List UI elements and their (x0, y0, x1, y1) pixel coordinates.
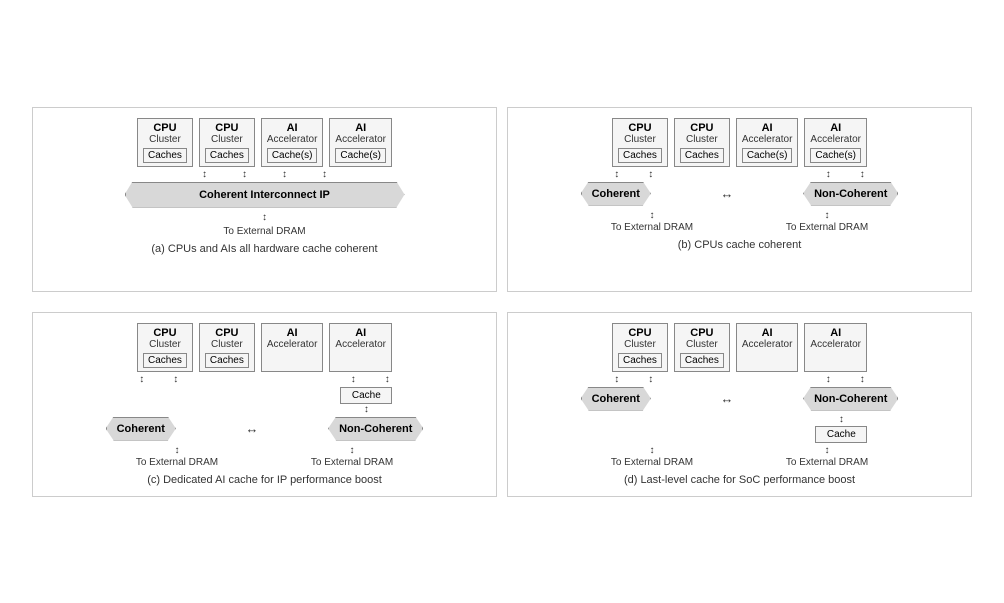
banner-left-c: Coherent (106, 417, 176, 441)
node-ai2-c: AI Accelerator (329, 323, 392, 372)
caption-c: (c) Dedicated AI cache for IP performanc… (147, 474, 382, 486)
banner-right-d: Non-Coherent (803, 387, 898, 411)
node-ai2-b: AI Accelerator Cache(s) (804, 118, 867, 167)
diagram-a: CPU Cluster Caches CPU Cluster Caches AI… (32, 107, 497, 292)
banner-right-b: Non-Coherent (803, 182, 898, 206)
banner-a: Coherent Interconnect IP (125, 182, 405, 208)
arrows-down-a: ↕ ↕ ↕ ↕ (202, 169, 327, 181)
dram-right-c: To External DRAM (311, 457, 393, 468)
node-cpu2-d: CPU Cluster Caches (674, 323, 730, 372)
node-ai2-d: AI Accelerator (804, 323, 867, 372)
nodes-row-d: CPU Cluster Caches CPU Cluster Caches AI… (612, 323, 867, 372)
llc-box-d: Cache (815, 426, 867, 443)
node-ai2-a: AI Accelerator Cache(s) (329, 118, 392, 167)
h-arrow-b: ↔ (720, 186, 733, 201)
main-container: CPU Cluster Caches CPU Cluster Caches AI… (22, 97, 982, 507)
banner-row-b: Coherent ↔ Non-Coherent (518, 182, 961, 206)
dram-label-a: To External DRAM (223, 226, 305, 237)
nodes-row-a: CPU Cluster Caches CPU Cluster Caches AI… (137, 118, 392, 167)
node-cpu2-a: CPU Cluster Caches (199, 118, 255, 167)
node-cpu1-b: CPU Cluster Caches (612, 118, 668, 167)
node-cpu1-c: CPU Cluster Caches (137, 323, 193, 372)
node-cpu2-b: CPU Cluster Caches (674, 118, 730, 167)
dram-right-d: To External DRAM (786, 457, 868, 468)
arrow-to-dram-a: ↕ (262, 212, 267, 224)
dram-left-d: To External DRAM (611, 457, 693, 468)
node-ai1-c: AI Accelerator (261, 323, 324, 372)
nodes-row-b: CPU Cluster Caches CPU Cluster Caches AI… (612, 118, 867, 167)
banner-row-d: Coherent ↔ Non-Coherent (518, 387, 961, 411)
node-cpu1-d: CPU Cluster Caches (612, 323, 668, 372)
node-ai1-b: AI Accelerator Cache(s) (736, 118, 799, 167)
banner-left-d: Coherent (581, 387, 651, 411)
node-ai1-a: AI Accelerator Cache(s) (261, 118, 324, 167)
ai-cache-box-c: Cache (340, 387, 392, 404)
node-cpu2-c: CPU Cluster Caches (199, 323, 255, 372)
dram-right-b: To External DRAM (786, 222, 868, 233)
banner-right-c: Non-Coherent (328, 417, 423, 441)
h-arrow-c: ↔ (245, 421, 258, 436)
diagram-d: CPU Cluster Caches CPU Cluster Caches AI… (507, 312, 972, 497)
caption-d: (d) Last-level cache for SoC performance… (624, 474, 855, 486)
node-ai1-d: AI Accelerator (736, 323, 799, 372)
caption-b: (b) CPUs cache coherent (678, 239, 802, 251)
diagram-b: CPU Cluster Caches CPU Cluster Caches AI… (507, 107, 972, 292)
dram-left-c: To External DRAM (136, 457, 218, 468)
banner-row-c: Coherent ↔ Non-Coherent (43, 417, 486, 441)
nodes-row-c: CPU Cluster Caches CPU Cluster Caches AI… (137, 323, 392, 372)
diagram-c: CPU Cluster Caches CPU Cluster Caches AI… (32, 312, 497, 497)
dram-left-b: To External DRAM (611, 222, 693, 233)
h-arrow-d: ↔ (720, 391, 733, 406)
banner-left-b: Coherent (581, 182, 651, 206)
caption-a: (a) CPUs and AIs all hardware cache cohe… (151, 243, 377, 255)
node-cpu1-a: CPU Cluster Caches (137, 118, 193, 167)
